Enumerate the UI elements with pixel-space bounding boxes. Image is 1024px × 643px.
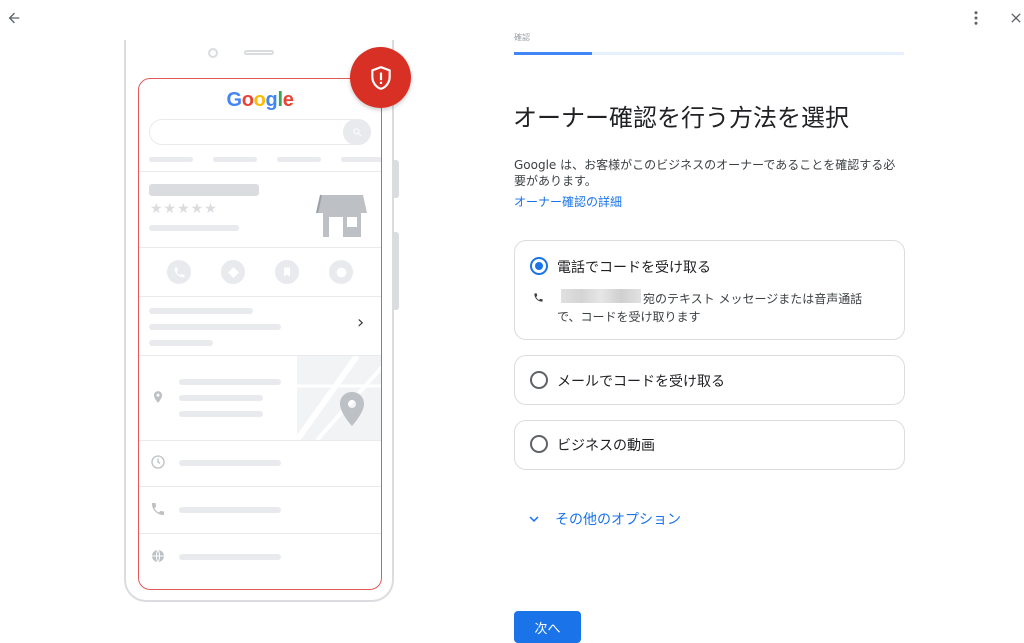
shield-badge (350, 47, 411, 108)
option-email-label: メールでコードを受け取る (557, 374, 725, 390)
illustration-map (297, 356, 381, 440)
globe-icon (152, 549, 164, 563)
progress-label: 確認 (514, 33, 530, 42)
call-icon (152, 503, 164, 515)
directions-icon (227, 266, 239, 278)
shield-alert-icon (370, 65, 391, 90)
phone-side-button (394, 160, 399, 198)
option-video[interactable]: ビジネスの動画 (514, 420, 905, 470)
globe-icon (336, 267, 346, 277)
next-button[interactable]: 次へ (514, 611, 581, 643)
more-vert-icon (974, 11, 978, 25)
option-video-label: ビジネスの動画 (557, 438, 655, 454)
masked-phone-number (561, 289, 641, 303)
close-button[interactable] (1004, 6, 1024, 30)
close-icon (1011, 13, 1021, 23)
phone-screen: Google ★★★★★ › (138, 78, 382, 590)
page-title: オーナー確認を行う方法を選択 (513, 104, 849, 132)
progress-bar (514, 52, 904, 55)
illustration-stars: ★★★★★ (150, 201, 218, 217)
option-phone[interactable]: 電話でコードを受け取る 宛のテキスト メッセージまたは音声通話 で、コードを受け… (514, 240, 905, 340)
option-phone-detail: 宛のテキスト メッセージまたは音声通話 (643, 292, 863, 306)
illustration-search-bar (149, 119, 371, 145)
description: Google は、お客様がこのビジネスのオーナーであることを確認する必要がありま… (514, 158, 896, 188)
option-email[interactable]: メールでコードを受け取る (514, 355, 905, 405)
arrow-back-icon (8, 12, 20, 24)
bookmark-icon (284, 267, 290, 277)
phone-side-button (394, 232, 399, 310)
phone-icon (534, 293, 543, 302)
chevron-down-icon (529, 516, 539, 522)
phone-speaker (244, 50, 274, 55)
radio-email[interactable] (530, 371, 548, 389)
learn-more-link[interactable]: オーナー確認の詳細 (514, 193, 622, 210)
radio-phone[interactable] (530, 257, 548, 275)
option-phone-detail-cont: で、コードを受け取ります (557, 310, 701, 324)
call-icon (174, 267, 184, 277)
phone-illustration: Google ★★★★★ › (124, 40, 394, 602)
more-options-label: その他のオプション (555, 512, 681, 528)
progress-fill (514, 52, 592, 55)
more-options-button[interactable] (964, 6, 988, 30)
google-logo: Google (226, 89, 294, 111)
radio-video[interactable] (530, 435, 548, 453)
search-icon (352, 127, 361, 136)
storefront-icon (316, 194, 367, 237)
option-phone-label: 電話でコードを受け取る (557, 260, 711, 276)
back-button[interactable] (2, 6, 26, 30)
location-pin-icon (153, 391, 163, 403)
clock-icon (151, 455, 165, 469)
more-options-toggle[interactable]: その他のオプション (525, 509, 681, 529)
phone-camera (208, 48, 218, 58)
illustration-chevron: › (357, 312, 365, 333)
